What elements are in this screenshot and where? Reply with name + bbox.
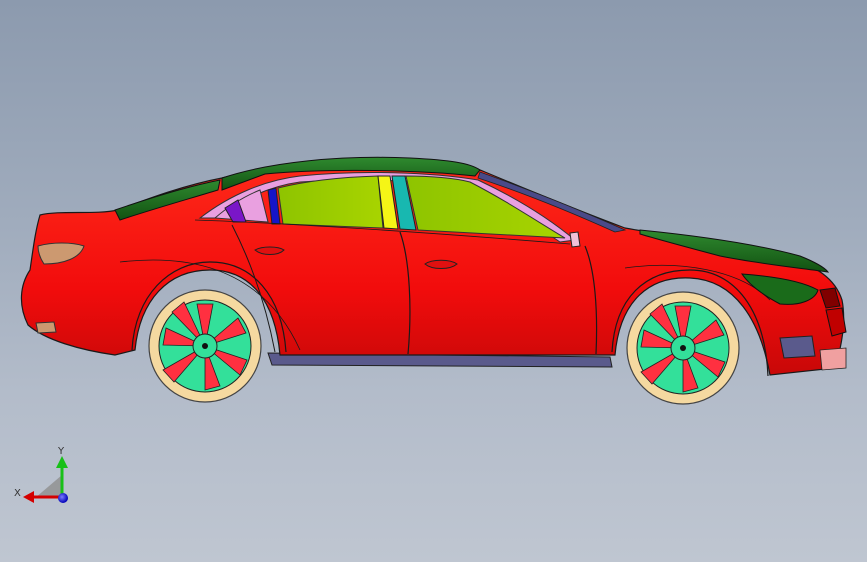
graphics-viewport[interactable]: Y X bbox=[0, 0, 867, 562]
triad-y-label: Y bbox=[57, 446, 65, 457]
triad-x-arrowhead bbox=[23, 491, 34, 503]
triad-plane bbox=[35, 475, 62, 498]
triad-z-axis-ball bbox=[58, 493, 68, 503]
front-wheel bbox=[626, 291, 740, 405]
front-lip bbox=[819, 347, 847, 371]
side-mirror bbox=[569, 231, 581, 248]
rear-reflector bbox=[35, 321, 57, 334]
triad-y-arrowhead bbox=[56, 456, 68, 468]
front-door-handle bbox=[424, 259, 458, 269]
fog-light bbox=[779, 335, 816, 359]
triad-x-label: X bbox=[14, 488, 21, 499]
car-model-view[interactable]: Y X bbox=[0, 0, 867, 562]
rear-wheel bbox=[148, 289, 262, 403]
orientation-triad[interactable]: Y X bbox=[14, 446, 68, 503]
